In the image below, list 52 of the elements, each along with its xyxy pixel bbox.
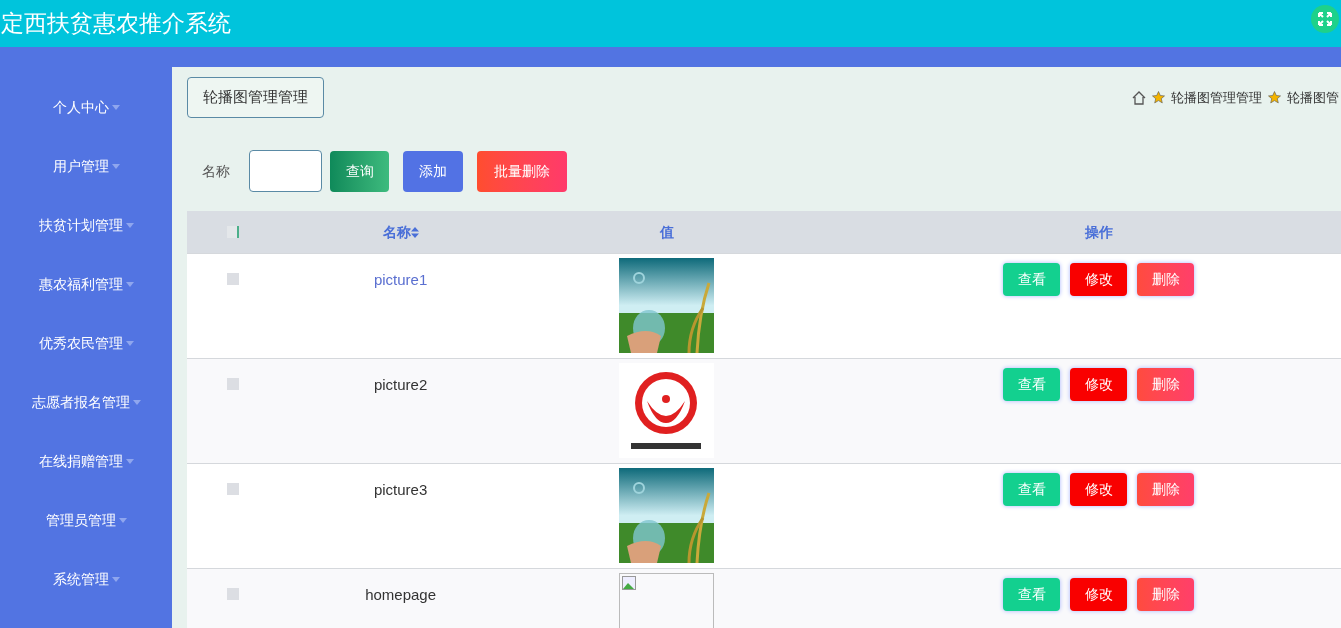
row-checkbox[interactable] [226,483,239,495]
delete-button[interactable]: 删除 [1137,368,1195,401]
table-cell-text: picture3 [373,480,428,499]
window-title: 定西扶贫惠农推介系统 [1,9,231,39]
table-cell-text: picture2 [373,375,428,394]
sidebar-item[interactable]: 惠农福利管理 [38,274,134,295]
sidebar-item[interactable]: 在线捐赠管理 [38,451,134,472]
caret-icon [125,282,134,287]
edit-button[interactable]: 修改 [1070,578,1128,611]
delete-button[interactable]: 删除 [1137,473,1195,506]
add-button[interactable]: 添加 [403,150,463,192]
delete-button[interactable]: 批量删除 [477,150,567,192]
sidebar-item[interactable]: 用户管理 [52,156,120,177]
search-button[interactable]: 查询 [330,150,389,192]
caret-icon [111,105,120,110]
breadcrumb-link[interactable]: 轮播图管理管理 [1171,87,1262,108]
star-icon [1152,91,1165,104]
name-input-field[interactable] [249,150,322,192]
caret-icon [118,518,127,523]
sidebar-item[interactable]: 系统管理 [52,569,120,590]
sidebar-item[interactable]: 管理员管理 [45,510,127,531]
caret-icon [111,164,120,169]
column-header: 值 [659,222,674,242]
table-cell-text: homepage [365,585,437,604]
delete-button[interactable]: 删除 [1137,578,1195,611]
table-cell-text: picture1 [373,270,428,289]
sort-icon[interactable] [410,226,419,238]
home-icon[interactable] [1132,90,1146,105]
edit-button[interactable]: 修改 [1070,368,1128,401]
edit-button[interactable]: 修改 [1070,263,1128,296]
delete-button[interactable]: 删除 [1137,263,1195,296]
caret-icon [125,459,134,464]
edit-button[interactable]: 修改 [1070,473,1128,506]
caret-icon [111,577,120,582]
field-label: 名称 [202,161,230,181]
sidebar-item[interactable]: 志愿者报名管理 [31,392,141,413]
sidebar-item[interactable]: 个人中心 [52,97,120,118]
page-title: 轮播图管理管理 [187,77,324,118]
select-all-checkbox[interactable] [226,226,239,238]
row-checkbox[interactable] [226,273,239,285]
column-header[interactable]: 名称 [382,221,419,243]
fullscreen-icon[interactable] [1311,4,1339,33]
row-checkbox[interactable] [226,588,239,600]
star-icon [1268,91,1281,104]
caret-icon [125,223,134,228]
caret-icon [125,341,134,346]
sidebar-item[interactable]: 优秀农民管理 [38,333,134,354]
row-checkbox[interactable] [226,378,239,390]
sidebar-item[interactable]: 扶贫计划管理 [38,215,134,236]
column-header: 操作 [1084,222,1113,242]
breadcrumb-link[interactable]: 轮播图管 [1287,87,1339,108]
caret-icon [132,400,141,405]
